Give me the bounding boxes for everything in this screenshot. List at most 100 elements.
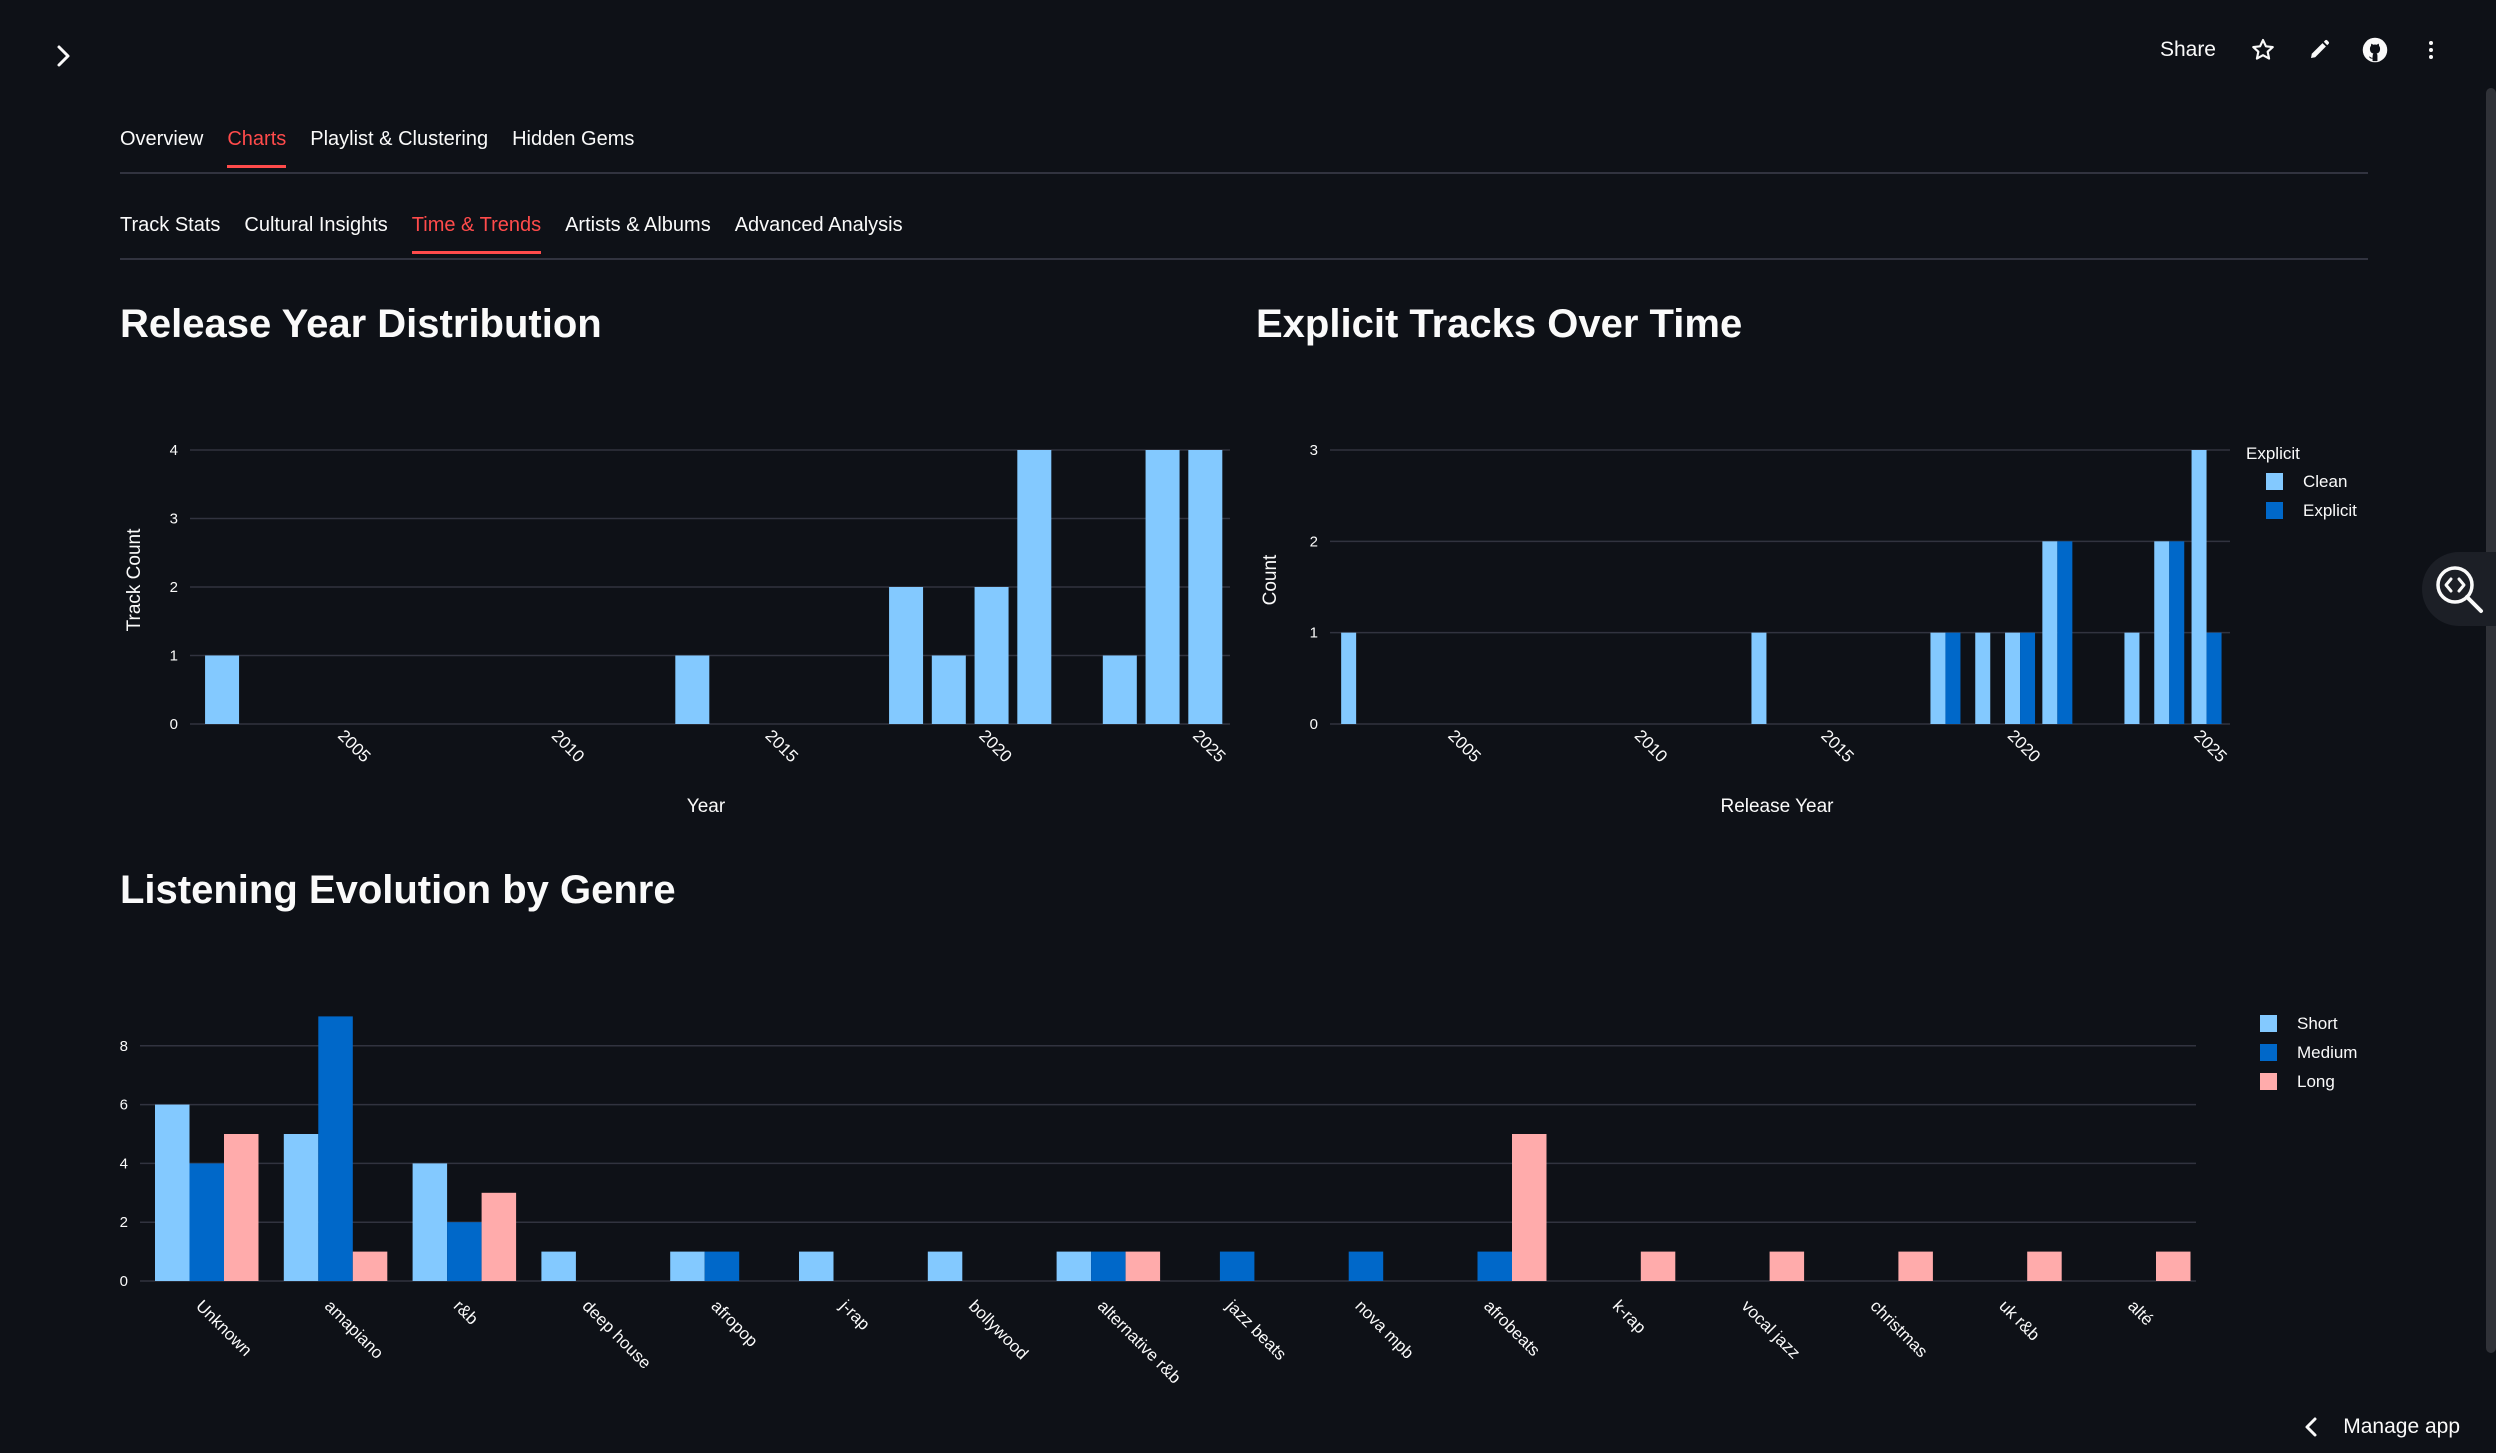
github-icon[interactable]: [2360, 35, 2390, 65]
chevron-left-icon: [2305, 1417, 2317, 1437]
explicit-bar-clean: [2124, 632, 2140, 724]
sub-tabs: Track Stats Cultural Insights Time & Tre…: [120, 208, 2368, 260]
genre-legend-label: Short: [2297, 1014, 2338, 1033]
explicit-bar-clean: [1930, 632, 1946, 724]
genre-x-tick-label: nova mpb: [1351, 1296, 1417, 1362]
tab-overview[interactable]: Overview: [120, 122, 203, 166]
release-year-y-axis-label: Track Count: [124, 528, 145, 631]
genre-bar-short: [541, 1251, 576, 1281]
explicit-y-tick-label: 2: [1310, 533, 1318, 550]
explicit-x-tick-label: 2015: [1817, 726, 1857, 766]
tab-cultural-insights[interactable]: Cultural Insights: [244, 208, 387, 252]
explicit-tracks-title: Explicit Tracks Over Time: [1256, 302, 1743, 346]
explicit-legend-swatch: [2266, 473, 2283, 490]
explicit-bar-clean: [1341, 632, 1357, 724]
explicit-legend-label: Explicit: [2303, 501, 2357, 520]
explicit-bar-explicit: [2169, 541, 2185, 724]
genre-y-tick-label: 2: [120, 1214, 128, 1231]
genre-bar-short: [670, 1251, 705, 1281]
genre-x-tick-label: afrobeats: [1480, 1296, 1544, 1360]
release-year-bar: [889, 587, 924, 724]
genre-bar-medium: [1091, 1251, 1126, 1281]
explicit-legend-label: Clean: [2303, 472, 2347, 491]
explicit-bar-clean: [2154, 541, 2170, 724]
tab-playlist-clustering[interactable]: Playlist & Clustering: [310, 122, 488, 166]
release-year-bar: [675, 655, 710, 724]
genre-x-tick-label: deep house: [579, 1296, 655, 1372]
genre-x-tick-label: uk r&b: [1995, 1296, 2043, 1344]
release-year-chart: 0 1 2 3 4 2005 2010 2015 2020 2025 Year Track Count: [124, 442, 1230, 817]
genre-x-tick-label: jazz beats: [1222, 1296, 1290, 1364]
genre-x-tick-label: j-rap: [835, 1296, 873, 1334]
tab-hidden-gems[interactable]: Hidden Gems: [512, 122, 634, 166]
genre-bar-short: [1056, 1251, 1092, 1281]
chevron-right-icon[interactable]: [48, 40, 80, 72]
genre-x-tick-label: bollywood: [965, 1296, 1032, 1363]
genre-bar-medium: [189, 1163, 224, 1281]
explicit-legend-title: Explicit: [2246, 444, 2300, 463]
release-year-x-axis-label: Year: [687, 796, 726, 817]
explicit-y-axis-label: Count: [1260, 554, 1281, 605]
explicit-y-tick-label: 3: [1310, 442, 1318, 459]
pencil-icon[interactable]: [2304, 35, 2334, 65]
explicit-y-tick-label: 1: [1310, 625, 1318, 642]
explicit-x-tick-label: 2010: [1631, 726, 1671, 766]
tab-charts[interactable]: Charts: [227, 122, 286, 168]
manage-app-button[interactable]: Manage app: [2301, 1415, 2460, 1439]
release-year-bar: [1102, 655, 1137, 724]
genre-bar-medium: [1348, 1251, 1384, 1281]
genre-legend-swatch: [2260, 1073, 2277, 1090]
genre-bar-short: [412, 1163, 448, 1281]
kebab-menu-icon[interactable]: [2416, 35, 2446, 65]
genre-y-tick-label: 6: [120, 1097, 128, 1114]
genre-x-tick-label: k-rap: [1609, 1296, 1650, 1337]
genre-legend-swatch: [2260, 1015, 2277, 1032]
tab-track-stats[interactable]: Track Stats: [120, 208, 220, 252]
genre-bar-medium: [318, 1016, 353, 1281]
star-icon[interactable]: [2248, 35, 2278, 65]
main-tabs: Overview Charts Playlist & Clustering Hi…: [120, 122, 2368, 174]
genre-bar-long: [1512, 1134, 1547, 1281]
tab-advanced-analysis[interactable]: Advanced Analysis: [735, 208, 903, 252]
explicit-bar-explicit: [2206, 632, 2222, 724]
explicit-legend-swatch: [2266, 502, 2283, 519]
inspect-element-icon[interactable]: [2422, 552, 2496, 626]
release-year-bar: [1188, 450, 1223, 724]
listening-evolution-chart: 0 2 4 6 8 Unknown amapiano r&b deep house afropop…: [120, 1014, 2358, 1387]
genre-x-tick-label: afropop: [707, 1296, 761, 1350]
top-bar: Share: [0, 0, 2496, 96]
release-year-y-tick-label: 4: [170, 442, 178, 459]
manage-app-label: Manage app: [2343, 1415, 2460, 1438]
genre-x-tick-label: vocal jazz: [1738, 1296, 1804, 1362]
release-year-y-tick-label: 2: [170, 579, 178, 596]
release-year-x-tick-label: 2020: [975, 726, 1015, 766]
genre-bar-short: [799, 1251, 834, 1281]
scrollbar[interactable]: [2486, 88, 2496, 1353]
release-year-bar: [974, 587, 1009, 724]
genre-x-tick-label: r&b: [450, 1296, 482, 1328]
tab-time-trends[interactable]: Time & Trends: [411, 208, 542, 254]
explicit-tracks-chart: 0 1 2 3 2005 2010 2015 2020 2025 Release Year Coun…: [1260, 442, 2357, 817]
genre-bar-long: [1898, 1251, 1933, 1281]
genre-bar-long: [1769, 1251, 1805, 1281]
explicit-bar-clean: [1975, 632, 1991, 724]
explicit-bar-clean: [2042, 541, 2058, 724]
share-button[interactable]: Share: [2160, 38, 2216, 62]
explicit-x-tick-label: 2020: [2004, 726, 2044, 766]
release-year-x-tick-label: 2005: [334, 726, 374, 766]
genre-y-tick-label: 4: [120, 1155, 128, 1172]
genre-bar-long: [352, 1251, 388, 1281]
genre-x-tick-label: amapiano: [321, 1296, 387, 1362]
genre-bar-short: [283, 1134, 319, 1281]
genre-bar-medium: [1477, 1251, 1512, 1281]
genre-bar-long: [2156, 1251, 2191, 1281]
release-year-x-tick-label: 2010: [548, 726, 588, 766]
genre-x-tick-label: christmas: [1867, 1296, 1932, 1361]
release-year-y-tick-label: 0: [170, 716, 178, 733]
genre-bar-short: [927, 1251, 963, 1281]
tab-artists-albums[interactable]: Artists & Albums: [565, 208, 711, 252]
explicit-bar-clean: [2005, 632, 2021, 724]
release-year-bar: [1145, 450, 1180, 724]
release-year-bar: [931, 655, 966, 724]
release-year-bar: [205, 655, 240, 724]
